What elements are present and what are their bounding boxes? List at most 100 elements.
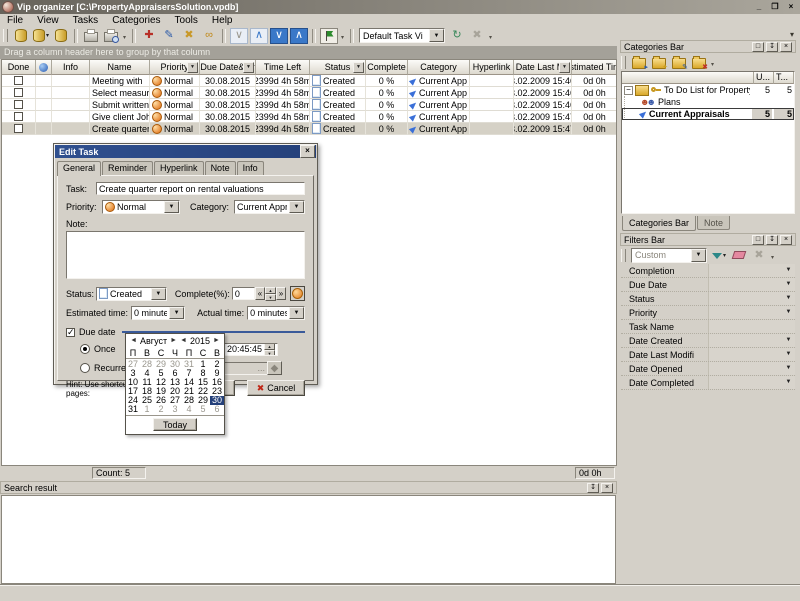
erase-filter-icon[interactable] <box>730 247 748 263</box>
close-button[interactable]: × <box>784 2 798 13</box>
note-textarea[interactable] <box>66 231 305 279</box>
filter-row-due-date[interactable]: Due Date▼ <box>621 278 795 292</box>
once-radio[interactable] <box>80 344 90 354</box>
chevron-down-icon[interactable]: ▼ <box>164 201 179 213</box>
category-row-to-do-list-for-property-appraisers[interactable]: −To Do List for Property Appraisers55 <box>622 84 794 96</box>
open-database-icon[interactable]: ▾ <box>32 28 50 44</box>
task-row[interactable]: Select measuresNormal30.08.20152399d 4h … <box>2 87 616 99</box>
category-row-plans[interactable]: ☻☻Plans <box>622 96 794 108</box>
chevron-down-icon[interactable]: ▼ <box>151 288 166 300</box>
toolbar-overflow-icon[interactable]: ▾ <box>771 254 774 261</box>
chevron-down-icon[interactable]: ▼ <box>289 201 304 213</box>
priority-coin-button[interactable] <box>290 286 305 301</box>
column-header-category[interactable]: Category <box>408 60 470 75</box>
filter-row-status[interactable]: Status▼ <box>621 292 795 306</box>
chevron-down-icon[interactable]: ▼ <box>782 264 795 277</box>
panel-tab-note[interactable]: Note <box>697 216 730 230</box>
toolbar-overflow-icon[interactable]: ▾ <box>341 34 344 41</box>
column-header-done[interactable]: Done <box>2 60 36 75</box>
chevron-down-icon[interactable]: ▼ <box>782 376 795 389</box>
new-subcategory-icon[interactable]: ✦ <box>650 54 668 70</box>
calendar-day[interactable]: 1 <box>140 405 154 414</box>
menu-tools[interactable]: Tools <box>168 15 205 26</box>
column-header-estimated-time[interactable]: Estimated Time <box>572 60 617 75</box>
move-up-icon[interactable]: ∧ <box>250 28 268 44</box>
complete-spinner[interactable]: ▲▼ <box>265 287 276 300</box>
done-checkbox[interactable] <box>14 88 23 97</box>
calendar-day[interactable]: 5 <box>196 405 210 414</box>
done-checkbox[interactable] <box>14 76 23 85</box>
today-button[interactable]: Today <box>153 418 197 431</box>
due-date-checkbox[interactable] <box>66 328 75 337</box>
toolbar-overflow-icon[interactable]: ▾ <box>123 34 126 41</box>
step-min-button[interactable]: « <box>255 287 265 300</box>
filter-row-date-last-modifi[interactable]: Date Last Modifi▼ <box>621 348 795 362</box>
toolbar-overflow-icon[interactable]: ▾ <box>790 30 794 39</box>
apply-view-icon[interactable]: ↻ <box>448 28 466 44</box>
close-icon[interactable]: × <box>601 483 613 493</box>
filter-row-priority[interactable]: Priority▼ <box>621 306 795 320</box>
restore-button[interactable]: ❐ <box>768 2 782 13</box>
recurrence-picker-button[interactable]: ◆ <box>267 361 282 375</box>
expand-all-icon[interactable]: ∨ <box>270 28 288 44</box>
search-result-body[interactable] <box>1 495 616 584</box>
recurrence-radio[interactable] <box>80 363 90 373</box>
done-checkbox[interactable] <box>14 124 23 133</box>
done-checkbox[interactable] <box>14 112 23 121</box>
column-header-info[interactable]: Info <box>52 60 90 75</box>
panel-tab-categories-bar[interactable]: Categories Bar <box>622 216 696 231</box>
column-filter-button[interactable]: ▼ <box>559 62 570 73</box>
chevron-down-icon[interactable]: ▾ <box>723 252 726 259</box>
estimated-time-combo[interactable]: 0 minutes ▼ <box>131 306 185 320</box>
calendar-day[interactable]: 2 <box>154 405 168 414</box>
view-tasks-icon[interactable]: ∞ <box>200 28 218 44</box>
time-spinner[interactable]: ▲▼ <box>264 343 275 356</box>
menu-file[interactable]: File <box>0 15 30 26</box>
chevron-down-icon[interactable]: ▼ <box>782 362 795 375</box>
done-checkbox[interactable] <box>14 100 23 109</box>
priority-combo[interactable]: Normal ▼ <box>102 200 180 214</box>
step-max-button[interactable]: » <box>276 287 286 300</box>
column-header-hyperlink[interactable]: Hyperlink <box>470 60 514 75</box>
chevron-down-icon[interactable]: ▼ <box>782 306 795 319</box>
dialog-titlebar[interactable]: Edit Task × <box>55 145 316 158</box>
filter-row-completion[interactable]: Completion▼ <box>621 264 795 278</box>
actual-time-combo[interactable]: 0 minutes ▼ <box>247 306 305 320</box>
clear-filter-icon[interactable]: ✖ <box>750 247 768 263</box>
column-header-priority[interactable]: Priority▼ <box>150 60 200 75</box>
next-year-icon[interactable]: ► <box>213 337 220 344</box>
toolbar-overflow-icon[interactable]: ▾ <box>489 34 492 41</box>
task-input[interactable]: Create quarter report on rental valuatio… <box>96 182 305 195</box>
task-row[interactable]: Meeting withNormal30.08.20152399d 4h 58m… <box>2 75 616 87</box>
toolbar-grip[interactable] <box>621 249 626 262</box>
category-row-current-appraisals[interactable]: Current Appraisals55 <box>622 108 794 120</box>
calendar-day[interactable]: 6 <box>210 405 224 414</box>
chevron-down-icon[interactable]: ▼ <box>782 348 795 361</box>
toolbar-overflow-icon[interactable]: ▾ <box>711 61 714 68</box>
complete-input[interactable]: 0 <box>232 287 255 300</box>
new-category-icon[interactable]: ▸ <box>630 54 648 70</box>
toolbar-grip[interactable] <box>3 29 8 42</box>
column-header-time-left[interactable]: Time Left <box>256 60 310 75</box>
chevron-down-icon[interactable]: ▼ <box>169 307 184 319</box>
close-icon[interactable]: × <box>780 42 792 52</box>
save-database-icon[interactable] <box>52 28 70 44</box>
tab-note[interactable]: Note <box>205 161 236 175</box>
chevron-down-icon[interactable]: ▼ <box>782 278 795 291</box>
filter-row-date-created[interactable]: Date Created▼ <box>621 334 795 348</box>
menu-tasks[interactable]: Tasks <box>66 15 106 26</box>
tree-expand-icon[interactable]: − <box>624 86 633 95</box>
collapse-all-icon[interactable]: ∧ <box>290 28 308 44</box>
chevron-down-icon[interactable]: ▾ <box>46 32 49 39</box>
print-icon[interactable] <box>82 28 100 44</box>
filter-row-date-completed[interactable]: Date Completed▼ <box>621 376 795 390</box>
column-header-status[interactable]: Status▼ <box>310 60 366 75</box>
calendar-day[interactable]: 3 <box>168 405 182 414</box>
chevron-down-icon[interactable]: ▼ <box>289 307 304 319</box>
group-by-bar[interactable]: Drag a column header here to group by th… <box>0 46 617 59</box>
status-combo[interactable]: Created ▼ <box>96 287 167 301</box>
tab-info[interactable]: Info <box>237 161 264 175</box>
pin-icon[interactable]: ↧ <box>766 235 778 245</box>
column-filter-button[interactable]: ▼ <box>353 62 364 73</box>
apply-filter-icon[interactable]: ▾ <box>710 247 728 263</box>
